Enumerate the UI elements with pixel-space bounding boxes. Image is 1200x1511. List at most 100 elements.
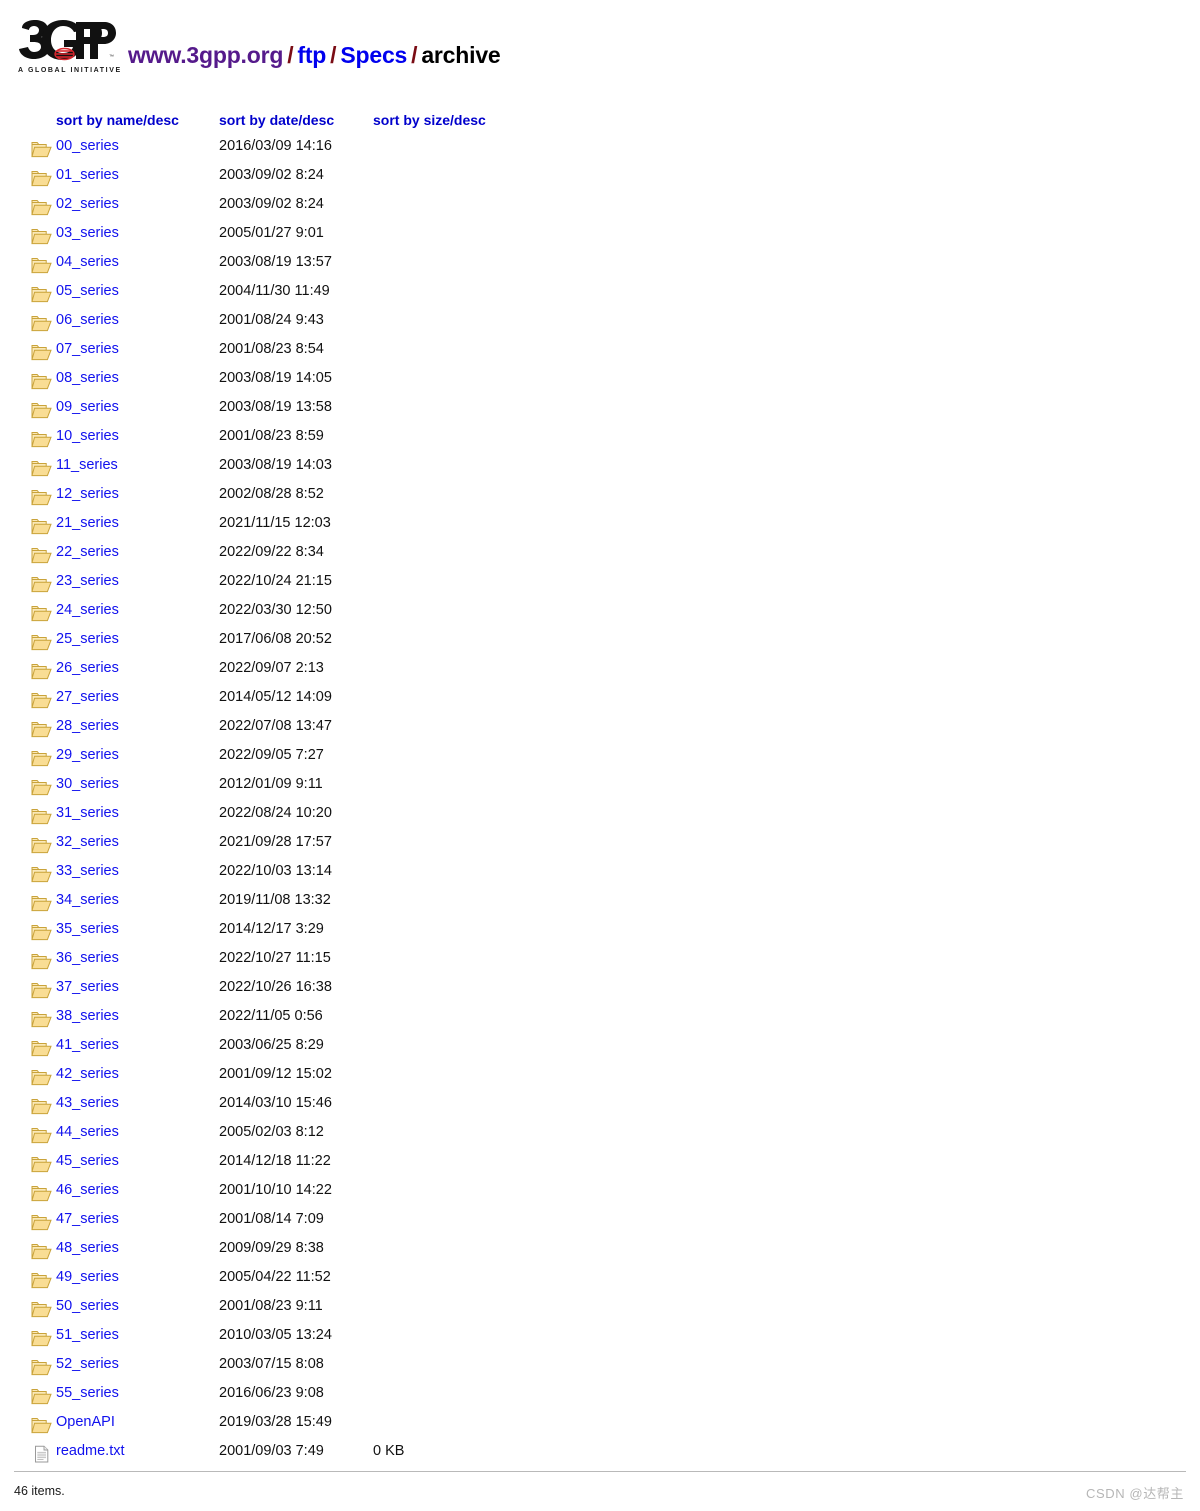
row-name-link[interactable]: 04_series <box>56 254 119 270</box>
table-row[interactable]: 21_series 2021/11/15 12:03 <box>0 513 1200 542</box>
table-row[interactable]: 11_series 2003/08/19 14:03 <box>0 455 1200 484</box>
table-row[interactable]: 32_series 2021/09/28 17:57 <box>0 832 1200 861</box>
row-name-link[interactable]: 08_series <box>56 370 119 386</box>
sort-by-size-link[interactable]: sort by size/desc <box>373 112 486 128</box>
row-name-link[interactable]: readme.txt <box>56 1443 125 1459</box>
breadcrumb: www.3gpp.org / ftp / Specs / archive <box>128 42 501 69</box>
table-row[interactable]: 38_series 2022/11/05 0:56 <box>0 1006 1200 1035</box>
row-name-link[interactable]: 47_series <box>56 1211 119 1227</box>
table-row[interactable]: 10_series 2001/08/23 8:59 <box>0 426 1200 455</box>
row-name-link[interactable]: 51_series <box>56 1327 119 1343</box>
row-name-link[interactable]: 38_series <box>56 1008 119 1024</box>
breadcrumb-host-link[interactable]: www.3gpp.org <box>128 42 283 68</box>
table-row[interactable]: 27_series 2014/05/12 14:09 <box>0 687 1200 716</box>
table-row[interactable]: 47_series 2001/08/14 7:09 <box>0 1209 1200 1238</box>
table-row[interactable]: 00_series 2016/03/09 14:16 <box>0 136 1200 165</box>
table-row[interactable]: readme.txt 2001/09/03 7:49 0 KB <box>0 1441 1200 1470</box>
table-row[interactable]: 02_series 2003/09/02 8:24 <box>0 194 1200 223</box>
row-name-link[interactable]: 22_series <box>56 544 119 560</box>
row-name-link[interactable]: 26_series <box>56 660 119 676</box>
table-row[interactable]: 12_series 2002/08/28 8:52 <box>0 484 1200 513</box>
table-row[interactable]: 24_series 2022/03/30 12:50 <box>0 600 1200 629</box>
table-row[interactable]: 30_series 2012/01/09 9:11 <box>0 774 1200 803</box>
row-name-link[interactable]: 45_series <box>56 1153 119 1169</box>
row-name-link[interactable]: 33_series <box>56 863 119 879</box>
table-row[interactable]: 37_series 2022/10/26 16:38 <box>0 977 1200 1006</box>
row-name-link[interactable]: 03_series <box>56 225 119 241</box>
row-name-link[interactable]: 24_series <box>56 602 119 618</box>
table-row[interactable]: 33_series 2022/10/03 13:14 <box>0 861 1200 890</box>
row-name-link[interactable]: 34_series <box>56 892 119 908</box>
row-name-link[interactable]: 07_series <box>56 341 119 357</box>
table-row[interactable]: 09_series 2003/08/19 13:58 <box>0 397 1200 426</box>
row-name-link[interactable]: 12_series <box>56 486 119 502</box>
table-row[interactable]: 06_series 2001/08/24 9:43 <box>0 310 1200 339</box>
table-row[interactable]: 42_series 2001/09/12 15:02 <box>0 1064 1200 1093</box>
row-name-link[interactable]: 50_series <box>56 1298 119 1314</box>
table-row[interactable]: 46_series 2001/10/10 14:22 <box>0 1180 1200 1209</box>
row-name-link[interactable]: 21_series <box>56 515 119 531</box>
row-name-link[interactable]: 31_series <box>56 805 119 821</box>
table-row[interactable]: 49_series 2005/04/22 11:52 <box>0 1267 1200 1296</box>
table-row[interactable]: 22_series 2022/09/22 8:34 <box>0 542 1200 571</box>
table-row[interactable]: 55_series 2016/06/23 9:08 <box>0 1383 1200 1412</box>
row-name-link[interactable]: 10_series <box>56 428 119 444</box>
table-row[interactable]: 51_series 2010/03/05 13:24 <box>0 1325 1200 1354</box>
row-name-link[interactable]: 44_series <box>56 1124 119 1140</box>
row-name-link[interactable]: 32_series <box>56 834 119 850</box>
row-name-link[interactable]: 27_series <box>56 689 119 705</box>
table-row[interactable]: 52_series 2003/07/15 8:08 <box>0 1354 1200 1383</box>
row-name-link[interactable]: 28_series <box>56 718 119 734</box>
row-name-link[interactable]: 01_series <box>56 167 119 183</box>
table-row[interactable]: 08_series 2003/08/19 14:05 <box>0 368 1200 397</box>
folder-icon <box>31 865 52 883</box>
row-name-link[interactable]: 25_series <box>56 631 119 647</box>
table-row[interactable]: 23_series 2022/10/24 21:15 <box>0 571 1200 600</box>
row-name-link[interactable]: 37_series <box>56 979 119 995</box>
table-row[interactable]: 04_series 2003/08/19 13:57 <box>0 252 1200 281</box>
sort-by-date-link[interactable]: sort by date/desc <box>219 112 334 128</box>
table-row[interactable]: 03_series 2005/01/27 9:01 <box>0 223 1200 252</box>
table-row[interactable]: OpenAPI 2019/03/28 15:49 <box>0 1412 1200 1441</box>
table-row[interactable]: 07_series 2001/08/23 8:54 <box>0 339 1200 368</box>
row-name-link[interactable]: 49_series <box>56 1269 119 1285</box>
table-row[interactable]: 31_series 2022/08/24 10:20 <box>0 803 1200 832</box>
row-name-link[interactable]: 23_series <box>56 573 119 589</box>
table-row[interactable]: 29_series 2022/09/05 7:27 <box>0 745 1200 774</box>
table-row[interactable]: 01_series 2003/09/02 8:24 <box>0 165 1200 194</box>
row-name-link[interactable]: 52_series <box>56 1356 119 1372</box>
row-name-link[interactable]: 43_series <box>56 1095 119 1111</box>
row-name-link[interactable]: 09_series <box>56 399 119 415</box>
row-name-link[interactable]: 55_series <box>56 1385 119 1401</box>
row-name-link[interactable]: 29_series <box>56 747 119 763</box>
table-row[interactable]: 26_series 2022/09/07 2:13 <box>0 658 1200 687</box>
row-name-link[interactable]: 48_series <box>56 1240 119 1256</box>
table-row[interactable]: 43_series 2014/03/10 15:46 <box>0 1093 1200 1122</box>
table-row[interactable]: 45_series 2014/12/18 11:22 <box>0 1151 1200 1180</box>
table-row[interactable]: 41_series 2003/06/25 8:29 <box>0 1035 1200 1064</box>
sort-by-name-link[interactable]: sort by name/desc <box>56 112 179 128</box>
breadcrumb-link-ftp[interactable]: ftp <box>297 42 326 68</box>
row-name-link[interactable]: 02_series <box>56 196 119 212</box>
table-row[interactable]: 05_series 2004/11/30 11:49 <box>0 281 1200 310</box>
table-row[interactable]: 28_series 2022/07/08 13:47 <box>0 716 1200 745</box>
table-row[interactable]: 44_series 2005/02/03 8:12 <box>0 1122 1200 1151</box>
table-row[interactable]: 35_series 2014/12/17 3:29 <box>0 919 1200 948</box>
table-row[interactable]: 36_series 2022/10/27 11:15 <box>0 948 1200 977</box>
table-row[interactable]: 25_series 2017/06/08 20:52 <box>0 629 1200 658</box>
table-row[interactable]: 48_series 2009/09/29 8:38 <box>0 1238 1200 1267</box>
row-name-link[interactable]: 00_series <box>56 138 119 154</box>
row-name-link[interactable]: 06_series <box>56 312 119 328</box>
row-name-link[interactable]: OpenAPI <box>56 1414 115 1430</box>
row-name-link[interactable]: 05_series <box>56 283 119 299</box>
row-name-link[interactable]: 46_series <box>56 1182 119 1198</box>
row-name-link[interactable]: 42_series <box>56 1066 119 1082</box>
table-row[interactable]: 34_series 2019/11/08 13:32 <box>0 890 1200 919</box>
breadcrumb-link-specs[interactable]: Specs <box>340 42 407 68</box>
row-name-link[interactable]: 35_series <box>56 921 119 937</box>
row-name-link[interactable]: 36_series <box>56 950 119 966</box>
row-name-link[interactable]: 30_series <box>56 776 119 792</box>
row-name-link[interactable]: 11_series <box>56 457 118 473</box>
row-name-link[interactable]: 41_series <box>56 1037 119 1053</box>
table-row[interactable]: 50_series 2001/08/23 9:11 <box>0 1296 1200 1325</box>
